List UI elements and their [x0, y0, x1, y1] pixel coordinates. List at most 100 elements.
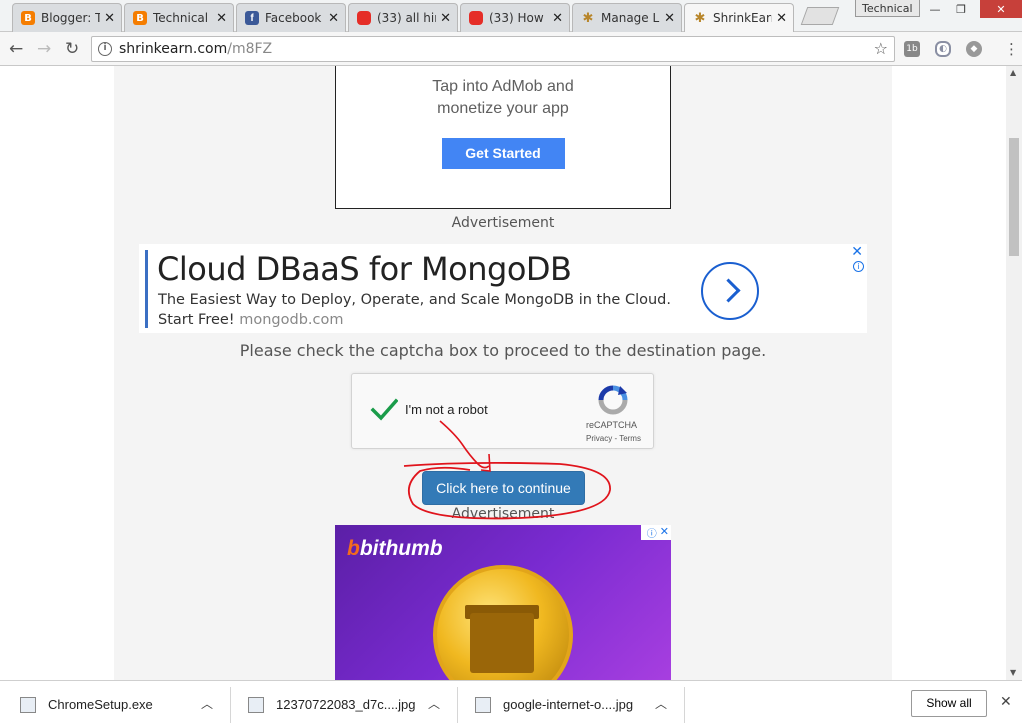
facebook-icon: f [245, 11, 259, 25]
admob-line-1: Tap into AdMob and [432, 78, 574, 95]
admob-line-2: monetize your app [437, 100, 569, 117]
chevron-up-icon[interactable]: ︿ [201, 695, 213, 712]
tab-technical[interactable]: B Technical ✕ [124, 3, 234, 32]
tab-facebook[interactable]: f Facebook ✕ [236, 3, 346, 32]
download-item[interactable]: 12370722083_d7c....jpg [248, 681, 416, 727]
blogger-icon: B [21, 11, 35, 25]
tab-title: (33) How [489, 11, 544, 25]
address-bar[interactable]: i shrinkearn.com/m8FZ ☆ [91, 36, 895, 62]
extension-1b-icon[interactable]: 1b [904, 41, 920, 57]
tab-youtube-1[interactable]: (33) all hir ✕ [348, 3, 458, 32]
recaptcha-terms-link[interactable]: Privacy - Terms [586, 434, 641, 443]
profile-button[interactable]: Technical [855, 0, 920, 17]
reload-icon[interactable]: ↻ [65, 39, 79, 59]
download-item[interactable]: google-internet-o....jpg [475, 681, 633, 727]
recaptcha-brand: reCAPTCHA [586, 420, 638, 430]
tab-close-icon[interactable]: ✕ [776, 11, 787, 26]
ad-accent-bar [145, 250, 148, 328]
shrinkearn-icon: ✱ [694, 10, 706, 26]
bookmark-star-icon[interactable]: ☆ [874, 39, 888, 58]
scroll-up-icon[interactable]: ▲ [1010, 68, 1016, 77]
divider [457, 687, 458, 723]
recaptcha-label[interactable]: I'm not a robot [405, 402, 488, 417]
download-filename: google-internet-o....jpg [503, 697, 634, 712]
mongodb-ad-description: The Easiest Way to Deploy, Operate, and … [158, 290, 671, 330]
youtube-icon [469, 11, 483, 25]
checkmark-icon[interactable] [370, 396, 398, 424]
extension-shield-icon[interactable]: ◐ [935, 41, 951, 57]
recaptcha-logo-icon [598, 385, 628, 415]
close-shelf-icon[interactable]: ✕ [1000, 694, 1012, 710]
download-filename: 12370722083_d7c....jpg [276, 697, 416, 712]
ad-choices[interactable]: ⓘ ✕ [641, 525, 671, 540]
ad-close-icon[interactable]: ✕ [851, 244, 863, 260]
divider [684, 687, 685, 723]
tab-title: Technical [153, 11, 209, 25]
url-path: /m8FZ [227, 41, 273, 57]
mongodb-ad-line-1: The Easiest Way to Deploy, Operate, and … [158, 292, 671, 308]
ad-info-icon[interactable]: ⓘ [647, 525, 657, 540]
minimize-icon[interactable]: — [922, 0, 948, 18]
bithumb-b-icon: b [347, 537, 360, 560]
manage-icon: ✱ [582, 10, 594, 26]
new-tab-button[interactable] [800, 7, 840, 25]
tab-title: ShrinkEarn [713, 11, 773, 25]
bithumb-logo: bbithumb [347, 537, 443, 561]
tab-strip: B Blogger: T ✕ B Technical ✕ f Facebook … [0, 0, 1022, 32]
advertisement-label-2: Advertisement [451, 506, 555, 522]
blogger-icon: B [133, 11, 147, 25]
mongodb-ad-title[interactable]: Cloud DBaaS for MongoDB [157, 250, 572, 288]
chevron-up-icon[interactable]: ︿ [428, 695, 440, 712]
gift-icon [470, 613, 534, 673]
youtube-icon [357, 11, 371, 25]
window-close-icon[interactable]: ✕ [980, 0, 1022, 18]
exe-file-icon [20, 696, 36, 713]
mongodb-ad-line-2: Start Free! mongodb.com [158, 310, 671, 330]
extension-diamond-icon[interactable]: ◆ [966, 41, 982, 57]
admob-get-started-button[interactable]: Get Started [441, 138, 565, 169]
admob-ad[interactable]: Tap into AdMob and monetize your app Get… [335, 66, 671, 209]
show-all-button[interactable]: Show all [911, 690, 987, 717]
page-scrollbar[interactable]: ▲ ▼ [1006, 66, 1022, 680]
bithumb-logo-text: bithumb [359, 537, 443, 560]
tab-close-icon[interactable]: ✕ [328, 11, 339, 26]
forward-icon[interactable]: → [37, 39, 51, 59]
page-viewport: Tap into AdMob and monetize your app Get… [0, 66, 1006, 680]
advertisement-label: Advertisement [451, 215, 555, 231]
site-info-icon[interactable]: i [98, 42, 112, 56]
tab-close-icon[interactable]: ✕ [664, 11, 675, 26]
tab-close-icon[interactable]: ✕ [104, 11, 115, 26]
tab-title: Manage L [601, 11, 660, 25]
scroll-thumb[interactable] [1009, 138, 1019, 256]
chevron-up-icon[interactable]: ︿ [655, 695, 667, 712]
tab-title: (33) all hir [377, 11, 437, 25]
tab-shrinkearn[interactable]: ✱ ShrinkEarn ✕ [684, 3, 794, 32]
tab-title: Facebook [265, 11, 322, 25]
restore-icon[interactable]: ❐ [948, 0, 974, 18]
tab-blogger[interactable]: B Blogger: T ✕ [12, 3, 122, 32]
tab-manage[interactable]: ✱ Manage L ✕ [572, 3, 682, 32]
url-host: shrinkearn.com [119, 41, 228, 57]
browser-toolbar: ← → ↻ i shrinkearn.com/m8FZ ☆ 1b ◐ ◆ ⋮ [0, 32, 1022, 66]
mongodb-ad-domain: mongodb.com [239, 312, 344, 328]
bithumb-ad[interactable]: bbithumb ⓘ ✕ [335, 525, 671, 680]
image-file-icon [475, 696, 491, 713]
continue-button[interactable]: Click here to continue [422, 471, 585, 505]
back-icon[interactable]: ← [9, 39, 23, 59]
chrome-menu-icon[interactable]: ⋮ [1004, 40, 1019, 58]
scroll-down-icon[interactable]: ▼ [1010, 668, 1016, 677]
tab-youtube-2[interactable]: (33) How ✕ [460, 3, 570, 32]
download-shelf: ChromeSetup.exe ︿ 12370722083_d7c....jpg… [0, 680, 1022, 727]
ad-close-icon[interactable]: ✕ [660, 525, 669, 540]
tab-close-icon[interactable]: ✕ [440, 11, 451, 26]
tab-close-icon[interactable]: ✕ [216, 11, 227, 26]
download-item[interactable]: ChromeSetup.exe [20, 681, 153, 727]
captcha-prompt: Please check the captcha box to proceed … [239, 341, 767, 360]
admob-ad-text: Tap into AdMob and monetize your app [336, 76, 670, 120]
ad-info-icon[interactable]: i [853, 261, 864, 272]
ad-arrow-icon[interactable] [701, 262, 759, 320]
mongodb-ad[interactable]: Cloud DBaaS for MongoDB The Easiest Way … [139, 244, 867, 333]
divider [230, 687, 231, 723]
tab-close-icon[interactable]: ✕ [552, 11, 563, 26]
image-file-icon [248, 696, 264, 713]
